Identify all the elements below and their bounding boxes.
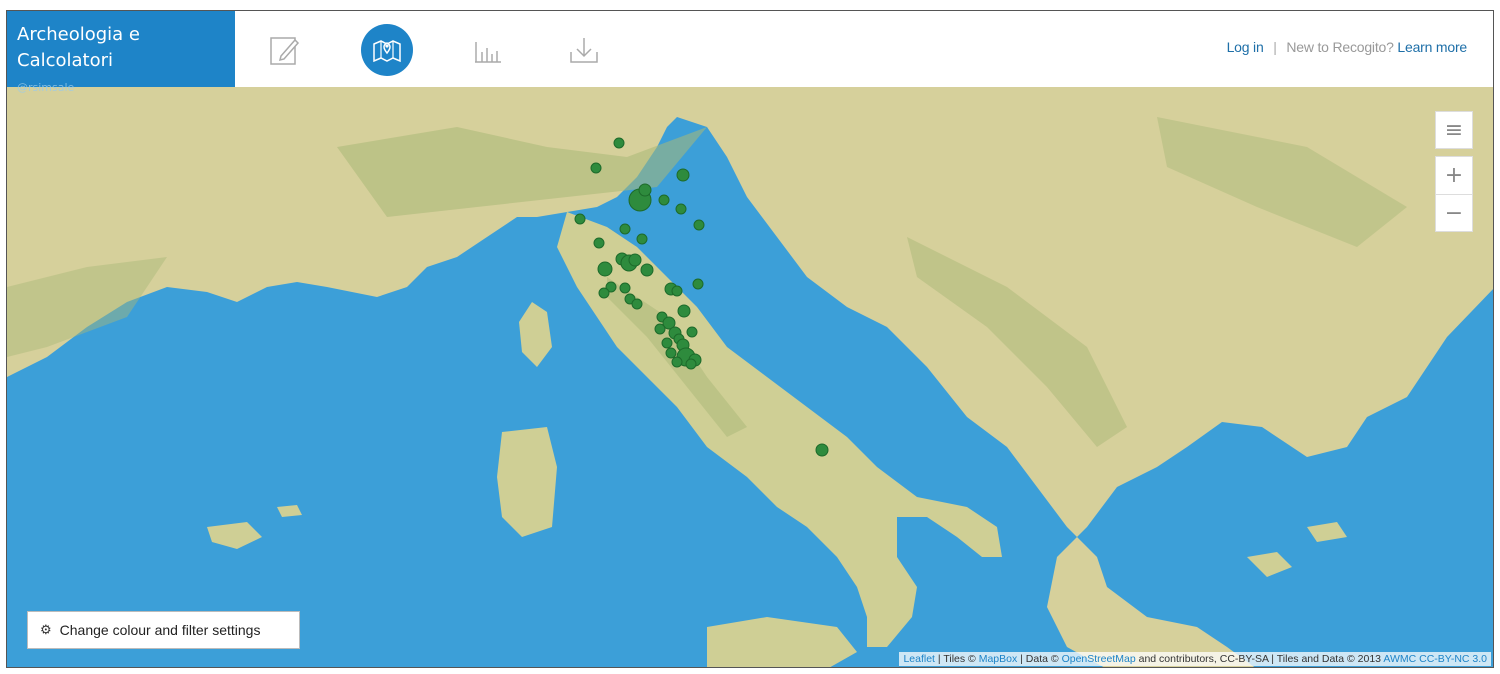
mapbox-link[interactable]: MapBox <box>979 653 1018 665</box>
separator: | <box>1273 39 1277 55</box>
attr-tiles: | Tiles © <box>937 653 976 665</box>
place-marker[interactable] <box>671 285 683 297</box>
attr-mid: and contributors, CC-BY-SA | Tiles and D… <box>1138 653 1381 665</box>
place-marker[interactable] <box>597 261 613 277</box>
place-marker[interactable] <box>613 137 625 149</box>
attr-data: | Data © <box>1020 653 1059 665</box>
stats-icon <box>475 42 501 63</box>
place-marker[interactable] <box>636 233 648 245</box>
top-header: Archeologia e Calcolatori @rsimsale Log … <box>7 11 1493 94</box>
place-marker[interactable] <box>675 203 687 215</box>
place-marker[interactable] <box>631 298 643 310</box>
map-canvas[interactable] <box>7 87 1494 668</box>
place-marker[interactable] <box>693 219 705 231</box>
document-title-line2: Calcolatori <box>17 50 114 71</box>
place-marker[interactable] <box>685 358 697 370</box>
place-marker[interactable] <box>692 278 704 290</box>
layers-button[interactable]: ≡ <box>1435 111 1473 149</box>
place-marker[interactable] <box>815 443 829 457</box>
learn-more-link[interactable]: Learn more <box>1397 39 1467 55</box>
filter-settings-button[interactable]: ⚙ Change colour and filter settings <box>27 611 300 649</box>
zoom-out-button[interactable]: − <box>1435 194 1473 232</box>
awmc-link[interactable]: AWMC CC-BY-NC 3.0 <box>1383 653 1487 665</box>
place-marker[interactable] <box>686 326 698 338</box>
zoom-in-button[interactable]: + <box>1435 156 1473 194</box>
app-frame: Archeologia e Calcolatori @rsimsale Log … <box>6 10 1494 668</box>
map-icon <box>373 40 401 63</box>
place-markers-layer[interactable] <box>7 87 1494 668</box>
place-marker[interactable] <box>593 237 605 249</box>
place-marker[interactable] <box>628 253 642 267</box>
place-marker[interactable] <box>654 323 666 335</box>
document-owner[interactable]: @rsimsale <box>17 81 74 94</box>
download-icon <box>570 38 598 63</box>
new-to-text: New to Recogito? <box>1286 39 1394 55</box>
gear-icon: ⚙ <box>40 622 52 637</box>
place-marker[interactable] <box>598 287 610 299</box>
tab-stats[interactable] <box>461 24 513 76</box>
place-marker[interactable] <box>590 162 602 174</box>
place-marker[interactable] <box>574 213 586 225</box>
leaflet-link[interactable]: Leaflet <box>903 653 935 665</box>
tab-map[interactable] <box>361 24 413 76</box>
place-marker[interactable] <box>619 223 631 235</box>
place-marker[interactable] <box>640 263 654 277</box>
map-attribution: Leaflet | Tiles © MapBox | Data © OpenSt… <box>899 652 1491 666</box>
login-link[interactable]: Log in <box>1227 39 1264 55</box>
place-marker[interactable] <box>676 168 690 182</box>
tab-edit[interactable] <box>259 24 311 76</box>
osm-link[interactable]: OpenStreetMap <box>1062 653 1136 665</box>
place-marker[interactable] <box>638 183 652 197</box>
place-marker[interactable] <box>619 282 631 294</box>
place-marker[interactable] <box>661 337 673 349</box>
place-marker[interactable] <box>665 347 677 359</box>
tab-download[interactable] <box>557 24 609 76</box>
account-bar: Log in | New to Recogito? Learn more <box>1227 39 1468 55</box>
document-title-line1: Archeologia e <box>17 24 140 45</box>
edit-icon <box>270 37 300 65</box>
place-marker[interactable] <box>677 304 691 318</box>
place-marker[interactable] <box>658 194 670 206</box>
filter-settings-label: Change colour and filter settings <box>59 622 261 638</box>
place-marker[interactable] <box>671 356 683 368</box>
document-title-panel: Archeologia e Calcolatori @rsimsale <box>7 11 235 94</box>
